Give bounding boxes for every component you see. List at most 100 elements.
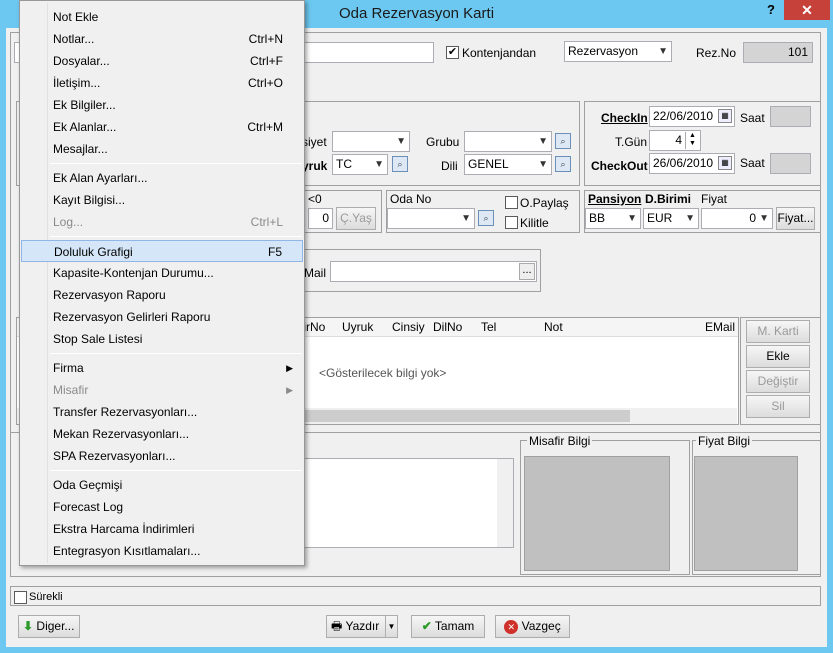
menu-item-iletisim[interactable]: İletişim... Ctrl+O xyxy=(21,72,303,94)
col-not[interactable]: Not xyxy=(544,320,563,334)
menu-item-oda-gecmisi[interactable]: Oda Geçmişi xyxy=(21,474,303,496)
submenu-arrow-icon: ▶ xyxy=(286,363,293,373)
mail-field[interactable]: ... xyxy=(330,261,537,282)
notes-vscrollbar[interactable] xyxy=(497,459,513,547)
col-dilno[interactable]: DilNo xyxy=(433,320,462,334)
menu-item-doluluk-grafigi[interactable]: Doluluk Grafigi F5 xyxy=(21,240,303,262)
surekli-checkbox[interactable] xyxy=(14,591,27,604)
vazgec-button[interactable]: ✕ Vazgeç xyxy=(495,615,570,638)
spinner-icon[interactable]: ▲ ▼ xyxy=(685,132,699,149)
uyruk-select[interactable]: TC ▼ xyxy=(332,154,388,175)
menu-item-spa[interactable]: SPA Rezervasyonları... xyxy=(21,445,303,467)
cyas-button[interactable]: Ç.Yaş xyxy=(336,207,376,230)
menu-item-shortcut: Ctrl+L xyxy=(250,215,283,229)
menu-item-label: Entegrasyon Kısıtlamaları... xyxy=(53,544,201,558)
chevron-down-icon[interactable]: ▼ xyxy=(385,616,397,637)
diger-button[interactable]: ⬇ Diger... xyxy=(18,615,80,638)
menu-item-not-ekle[interactable]: Not Ekle xyxy=(21,6,303,28)
menu-item-label: Mekan Rezervasyonları... xyxy=(53,427,190,441)
yazdir-label: Yazdır xyxy=(345,619,380,633)
menu-item-rezervasyon-raporu[interactable]: Rezervasyon Raporu xyxy=(21,284,303,306)
yazdir-button[interactable]: 🖶 Yazdır ▼ xyxy=(326,615,398,638)
menu-item-mesajlar[interactable]: Mesajlar... xyxy=(21,138,303,160)
degistir-button[interactable]: Değiştir xyxy=(746,370,810,393)
checkout-field[interactable]: 26/06/2010 ▦ xyxy=(649,153,735,174)
menu-item-label: Not Ekle xyxy=(53,10,99,24)
menu-item-notlar[interactable]: Notlar... Ctrl+N xyxy=(21,28,303,50)
fiyat-vscrollbar[interactable] xyxy=(799,456,815,571)
chevron-down-icon: ▼ xyxy=(538,136,548,147)
kontenjan-checkbox[interactable]: ✔ xyxy=(446,46,459,59)
menu-item-label: SPA Rezervasyonları... xyxy=(53,449,176,463)
menu-item-misafir[interactable]: Misafir ▶ xyxy=(21,379,303,401)
menu-item-gelirler-raporu[interactable]: Rezervasyon Gelirleri Raporu xyxy=(21,306,303,328)
grubu-select[interactable]: ▼ xyxy=(464,131,552,152)
lt0-field[interactable]: 0 xyxy=(308,208,333,229)
mail-browse-button[interactable]: ... xyxy=(519,263,535,280)
dbirimi-select[interactable]: EUR ▼ xyxy=(643,208,699,229)
checkin-label: CheckIn xyxy=(601,111,648,125)
opaylas-checkbox[interactable] xyxy=(505,196,518,209)
check-icon: ✔ xyxy=(421,619,432,633)
col-cinsiyet[interactable]: Cinsiy xyxy=(392,320,425,334)
menu-item-transfer[interactable]: Transfer Rezervasyonları... xyxy=(21,401,303,423)
checkin-field[interactable]: 22/06/2010 ▦ xyxy=(649,106,735,127)
notes-textarea[interactable] xyxy=(296,458,514,548)
col-tel[interactable]: Tel xyxy=(481,320,496,334)
menu-item-stop-sale[interactable]: Stop Sale Listesi xyxy=(21,328,303,350)
kilitle-checkbox[interactable] xyxy=(505,216,518,229)
mkarti-button[interactable]: M. Karti xyxy=(746,320,810,343)
menu-item-kayit-bilgisi[interactable]: Kayıt Bilgisi... xyxy=(21,189,303,211)
pansiyon-select[interactable]: BB ▼ xyxy=(585,208,641,229)
lookup-icon[interactable]: ⌕ xyxy=(555,133,571,149)
tamam-label: Tamam xyxy=(434,619,475,633)
ekle-button[interactable]: Ekle xyxy=(746,345,810,368)
menu-item-log[interactable]: Log... Ctrl+L xyxy=(21,211,303,233)
oda-no-select[interactable]: ▼ xyxy=(387,208,475,229)
col-uyruk[interactable]: Uyruk xyxy=(342,320,373,334)
checkout-label: CheckOut xyxy=(591,159,648,173)
menu-item-label: Kayıt Bilgisi... xyxy=(53,193,126,207)
sil-button[interactable]: Sil xyxy=(746,395,810,418)
fiyat-button[interactable]: Fiyat... xyxy=(776,207,815,230)
menu-item-kapasite[interactable]: Kapasite-Kontenjan Durumu... xyxy=(21,262,303,284)
lookup-icon[interactable]: ⌕ xyxy=(478,210,494,226)
menu-item-forecast-log[interactable]: Forecast Log xyxy=(21,496,303,518)
lookup-icon[interactable]: ⌕ xyxy=(555,156,571,172)
menu-item-label: Dosyalar... xyxy=(53,54,110,68)
fiyat-field[interactable]: 0 ▼ xyxy=(701,208,773,229)
rezno-field: 101 xyxy=(743,42,813,63)
menu-item-mekan[interactable]: Mekan Rezervasyonları... xyxy=(21,423,303,445)
tamam-button[interactable]: ✔ Tamam xyxy=(411,615,485,638)
calendar-icon[interactable]: ▦ xyxy=(718,109,732,123)
menu-item-ek-bilgiler[interactable]: Ek Bilgiler... xyxy=(21,94,303,116)
menu-item-label: Misafir xyxy=(53,383,89,397)
checkin-time-field xyxy=(770,106,811,127)
menu-item-label: Transfer Rezervasyonları... xyxy=(53,405,198,419)
menu-item-ek-alan-ayarlari[interactable]: Ek Alan Ayarları... xyxy=(21,167,303,189)
close-button[interactable]: ✕ xyxy=(784,0,830,20)
menu-item-ekstra-harcama[interactable]: Ekstra Harcama İndirimleri xyxy=(21,518,303,540)
app-window: Oda Rezervasyon Karti ? ✕ ✔ Kontenjandan… xyxy=(0,0,833,653)
menu-item-ek-alanlar[interactable]: Ek Alanlar... Ctrl+M xyxy=(21,116,303,138)
tgun-stepper[interactable]: 4 ▲ ▼ xyxy=(649,130,701,151)
menu-item-firma[interactable]: Firma ▶ xyxy=(21,357,303,379)
diger-label: Diger... xyxy=(36,619,75,633)
lt0-label: <0 xyxy=(308,192,322,206)
misafir-vscrollbar[interactable] xyxy=(671,456,687,571)
help-button[interactable]: ? xyxy=(760,2,782,22)
menu-item-dosyalar[interactable]: Dosyalar... Ctrl+F xyxy=(21,50,303,72)
calendar-icon[interactable]: ▦ xyxy=(718,156,732,170)
cinsiyet-select[interactable]: ▼ xyxy=(332,131,410,152)
col-email[interactable]: EMail xyxy=(705,320,735,334)
menu-item-shortcut: Ctrl+F xyxy=(250,54,283,68)
lookup-icon[interactable]: ⌕ xyxy=(392,156,408,172)
menu-item-entegrasyon[interactable]: Entegrasyon Kısıtlamaları... xyxy=(21,540,303,562)
oda-no-label: Oda No xyxy=(390,192,432,206)
menu-item-label: Ek Bilgiler... xyxy=(53,98,116,112)
checkout-value: 26/06/2010 xyxy=(653,156,714,170)
status-select[interactable]: Rezervasyon ▼ xyxy=(564,41,672,62)
dili-select[interactable]: GENEL ▼ xyxy=(464,154,552,175)
misafir-panel xyxy=(524,456,670,571)
surekli-group xyxy=(10,586,821,606)
